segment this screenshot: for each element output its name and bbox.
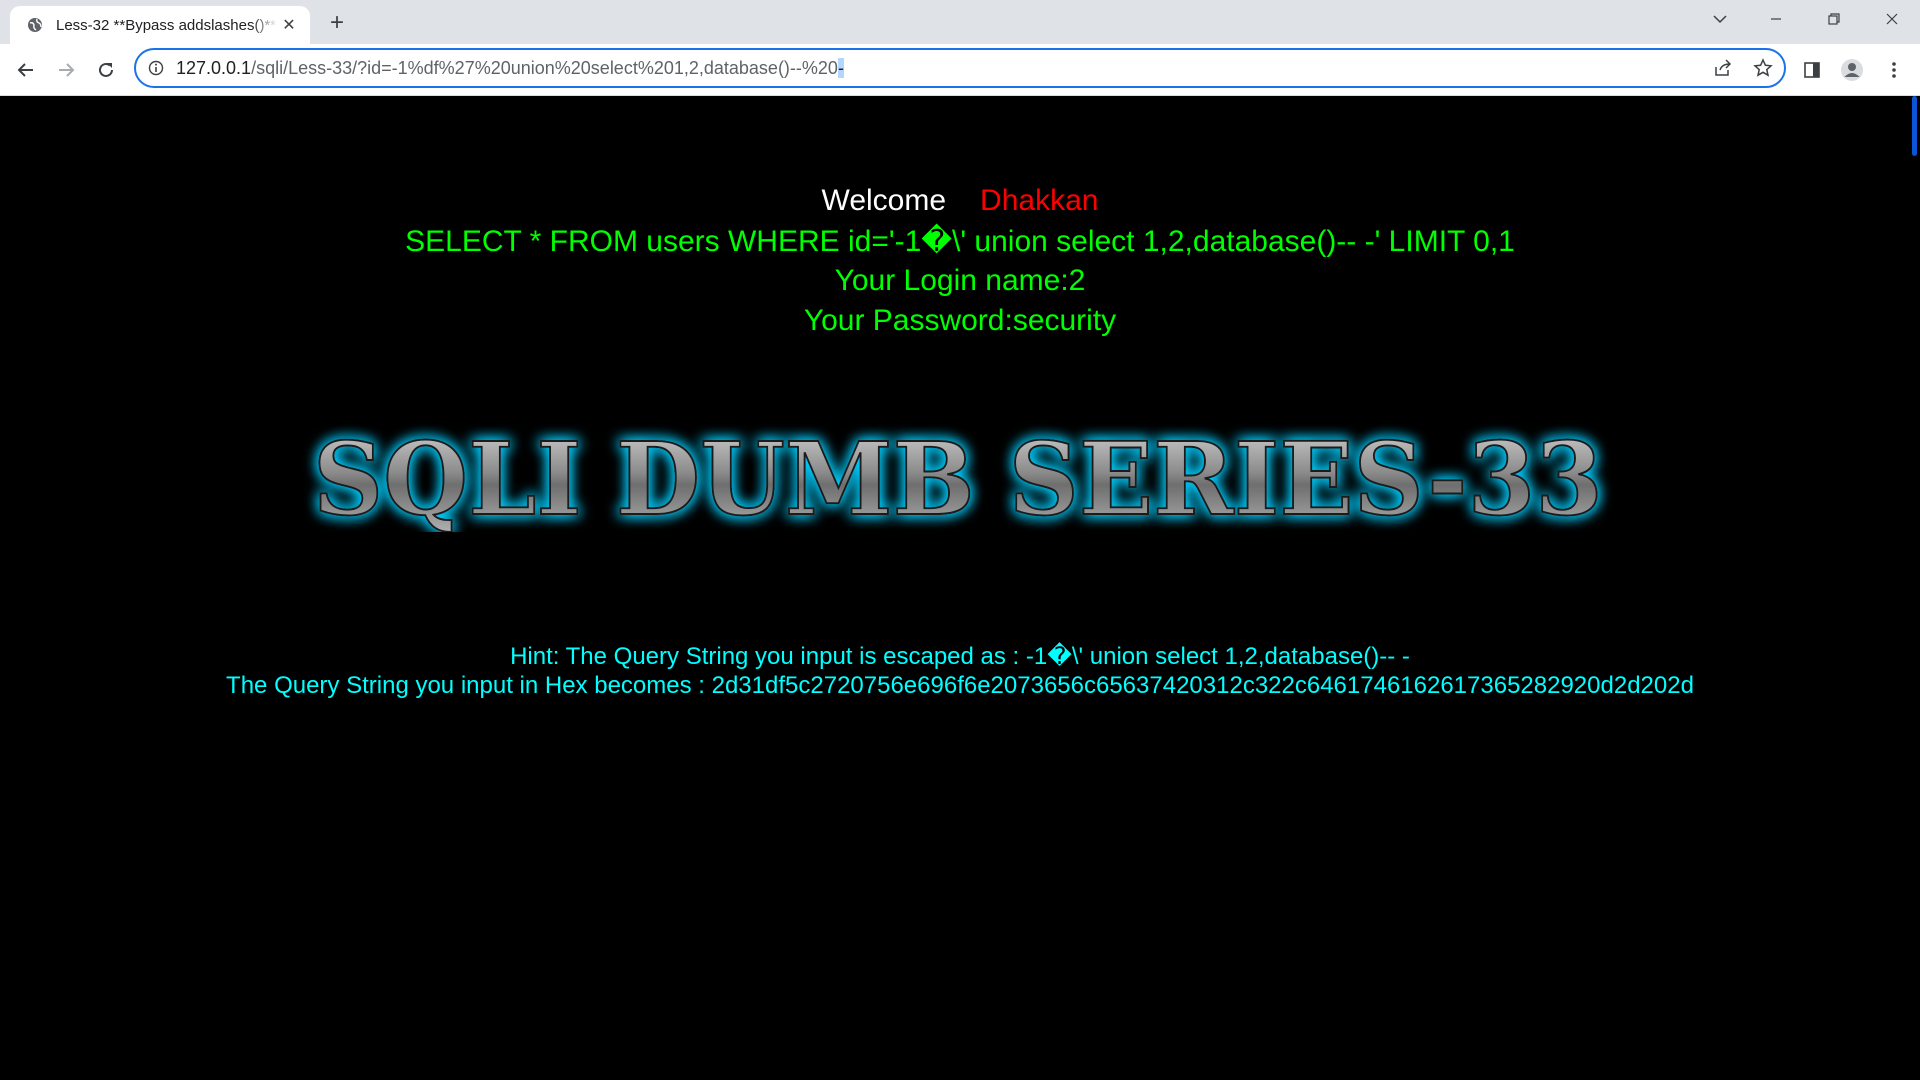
browser-tab[interactable]: Less-32 **Bypass addslashes()** ✕ <box>10 6 310 44</box>
login-name-text: Your Login name:2 <box>834 264 1086 297</box>
address-bar[interactable]: 127.0.0.1/sqli/Less-33/?id=-1%df%27%20un… <box>134 48 1786 88</box>
close-window-button[interactable] <box>1864 0 1920 38</box>
browser-menu-icon[interactable] <box>1878 54 1910 86</box>
share-icon[interactable] <box>1710 55 1736 81</box>
back-button[interactable] <box>10 54 42 86</box>
hint-hex-text: The Query String you input in Hex become… <box>226 672 1694 699</box>
new-tab-button[interactable]: + <box>322 8 352 38</box>
close-tab-icon[interactable]: ✕ <box>278 14 300 36</box>
tab-search-icon[interactable] <box>1692 0 1748 38</box>
url-path: /sqli/Less-33/?id=-1%df%27%20union%20sel… <box>251 57 838 78</box>
reload-button[interactable] <box>90 54 122 86</box>
side-panel-icon[interactable] <box>1796 54 1828 86</box>
site-info-icon[interactable] <box>136 60 176 76</box>
browser-toolbar: 127.0.0.1/sqli/Less-33/?id=-1%df%27%20un… <box>0 44 1920 96</box>
password-text: Your Password:security <box>803 304 1117 337</box>
minimize-button[interactable] <box>1748 0 1804 38</box>
page-scrollbar[interactable] <box>1906 96 1920 1080</box>
welcome-label: Welcome <box>821 184 947 217</box>
tab-title: Less-32 **Bypass addslashes()** <box>56 16 277 34</box>
profile-avatar-icon[interactable] <box>1836 54 1868 86</box>
forward-button[interactable] <box>50 54 82 86</box>
welcome-line: Welcome Dhakkan <box>0 184 1906 218</box>
welcome-name: Dhakkan <box>980 184 1099 217</box>
globe-icon <box>26 16 44 34</box>
page-content: Welcome Dhakkan SELECT * FROM users WHERE… <box>0 96 1906 1080</box>
bookmark-star-icon[interactable] <box>1750 55 1776 81</box>
restore-button[interactable] <box>1806 0 1862 38</box>
url-selection: - <box>837 57 844 78</box>
series-banner-image: SQLI DUMB SERIES-33 <box>312 422 1604 532</box>
banner-text: SQLI DUMB SERIES-33 <box>313 422 1603 532</box>
sql-query-text: SELECT * FROM users WHERE id='-1�\' unio… <box>405 225 1515 258</box>
url-text[interactable]: 127.0.0.1/sqli/Less-33/?id=-1%df%27%20un… <box>176 57 844 79</box>
hint-escaped-text: Hint: The Query String you input is esca… <box>510 643 1410 670</box>
scrollbar-thumb[interactable] <box>1912 96 1917 156</box>
tab-strip: Less-32 **Bypass addslashes()** ✕ + <box>0 0 1920 44</box>
url-host: 127.0.0.1 <box>176 57 252 78</box>
